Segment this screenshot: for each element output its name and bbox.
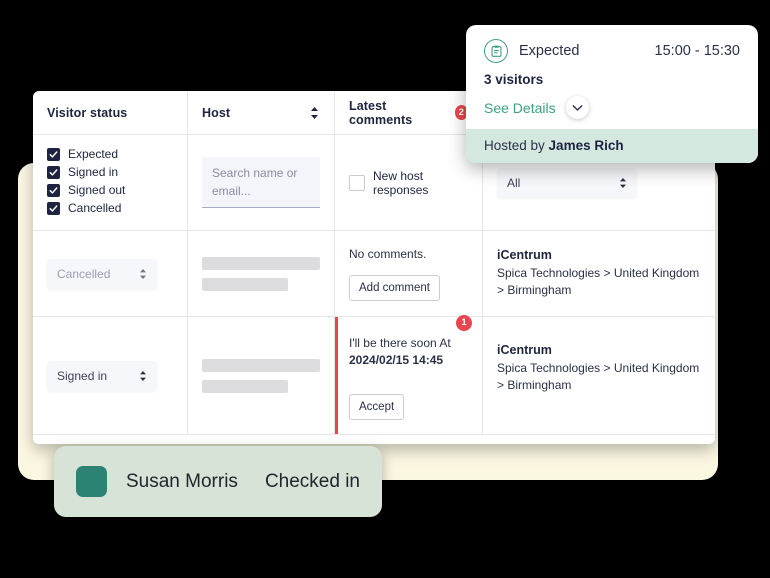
column-header-label: Host: [202, 105, 231, 120]
avatar: [76, 466, 107, 497]
checked-in-toast[interactable]: Susan Morris Checked in: [54, 446, 382, 517]
unread-flag-indicator: [335, 317, 338, 434]
clipboard-icon: [484, 39, 508, 63]
column-header-label: Visitor status: [47, 105, 128, 120]
checkbox-checked-icon: [47, 183, 60, 197]
row-status-value: Cancelled: [57, 266, 111, 281]
checkbox-label: Signed out: [68, 183, 126, 197]
row-host-cell: [188, 231, 335, 316]
status-filter-cell: Expected Signed in Signed out Cancelled: [33, 135, 188, 230]
chevron-updown-icon: [139, 268, 147, 280]
hosted-by-label: Hosted by: [484, 138, 549, 153]
location-select[interactable]: All: [497, 167, 637, 198]
row-status-select[interactable]: Cancelled: [47, 258, 157, 289]
chevron-updown-icon: [619, 177, 627, 189]
host-filter-cell: Search name or email...: [188, 135, 335, 230]
toast-status-label: Checked in: [264, 470, 360, 492]
checkbox-new-host-responses[interactable]: New host responses: [349, 169, 468, 197]
row-status-cell: Signed in: [33, 317, 188, 434]
checkbox-checked-icon: [47, 147, 60, 161]
checkbox-signed-out[interactable]: Signed out: [47, 183, 125, 197]
chevron-updown-icon: [139, 370, 147, 382]
expected-visit-popup: Expected 15:00 - 15:30 3 visitors See De…: [466, 25, 758, 163]
row-comment-text: I'll be there soon At 2024/02/15 14:45: [349, 335, 468, 370]
host-search-input[interactable]: Search name or email...: [202, 157, 320, 208]
checkbox-checked-icon: [47, 165, 60, 179]
table-row: Signed in 1 I'll be there soon At 2024/0…: [33, 315, 715, 435]
row-comments-cell: 1 I'll be there soon At 2024/02/15 14:45…: [335, 315, 483, 434]
host-search-placeholder: Search name or email...: [212, 166, 298, 198]
accept-comment-button[interactable]: Accept: [349, 393, 405, 420]
checkbox-cancelled[interactable]: Cancelled: [47, 201, 125, 215]
row-location-cell: iCentrum Spica Technologies > United Kin…: [483, 317, 715, 434]
checkbox-label: Expected: [68, 147, 119, 161]
host-name: James Rich: [548, 138, 624, 153]
popup-header: Expected 15:00 - 15:30: [484, 39, 740, 63]
location-select-value: All: [507, 175, 521, 190]
row-status-cell: Cancelled: [33, 231, 188, 316]
popup-host-footer: Hosted by James Rich: [466, 129, 758, 163]
see-details-link[interactable]: See Details: [484, 100, 556, 116]
screenshot-stage: Visitor status Host Latest comments 2 Ex…: [0, 0, 770, 578]
checkbox-label: Cancelled: [68, 201, 122, 215]
popup-visitor-count: 3 visitors: [484, 72, 544, 87]
row-comment-time: 2024/02/15 14:45: [349, 353, 444, 368]
popup-status-label: Expected: [519, 43, 580, 59]
column-header-latest-comments[interactable]: Latest comments 2: [335, 91, 483, 134]
location-path: Spica Technologies > United Kingdom > Bi…: [497, 265, 700, 297]
column-header-host[interactable]: Host: [188, 91, 335, 134]
location-name: iCentrum: [497, 343, 552, 357]
column-header-visitor-status[interactable]: Visitor status: [33, 91, 188, 134]
popup-time-range: 15:00 - 15:30: [654, 43, 740, 59]
popup-body: Expected 15:00 - 15:30 3 visitors See De…: [466, 25, 758, 129]
row-comment-text: No comments.: [349, 246, 427, 261]
location-name: iCentrum: [497, 247, 552, 262]
host-email-placeholder: [202, 379, 288, 393]
checkbox-label: Signed in: [68, 165, 119, 179]
checkbox-label: New host responses: [373, 168, 429, 197]
add-comment-button[interactable]: Add comment: [349, 274, 440, 301]
host-email-placeholder: [202, 277, 288, 291]
toast-visitor-name: Susan Morris: [126, 470, 238, 492]
row-status-select[interactable]: Signed in: [47, 360, 157, 391]
row-location-cell: iCentrum Spica Technologies > United Kin…: [483, 231, 715, 316]
table-row: Cancelled No comments. Add comment iCent…: [33, 231, 715, 317]
comments-filter-cell: New host responses: [335, 135, 483, 230]
checkbox-expected[interactable]: Expected: [47, 147, 125, 161]
row-comment-message: I'll be there soon At: [349, 336, 451, 350]
checkbox-unchecked-icon: [349, 174, 365, 191]
popup-details-row[interactable]: See Details: [484, 96, 740, 119]
column-header-label: Latest comments: [349, 98, 413, 127]
row-status-value: Signed in: [57, 368, 108, 383]
chevron-down-icon[interactable]: [565, 96, 589, 119]
row-comments-cell: No comments. Add comment: [335, 231, 483, 316]
row-comment-badge: 1: [456, 315, 472, 331]
status-checkbox-list: Expected Signed in Signed out Cancelled: [47, 147, 125, 215]
host-name-placeholder: [202, 358, 320, 372]
checkbox-checked-icon: [47, 201, 60, 215]
location-path: Spica Technologies > United Kingdom > Bi…: [497, 361, 700, 393]
sort-icon[interactable]: [309, 106, 320, 120]
host-name-placeholder: [202, 256, 320, 270]
row-host-cell: [188, 317, 335, 434]
checkbox-signed-in[interactable]: Signed in: [47, 165, 125, 179]
